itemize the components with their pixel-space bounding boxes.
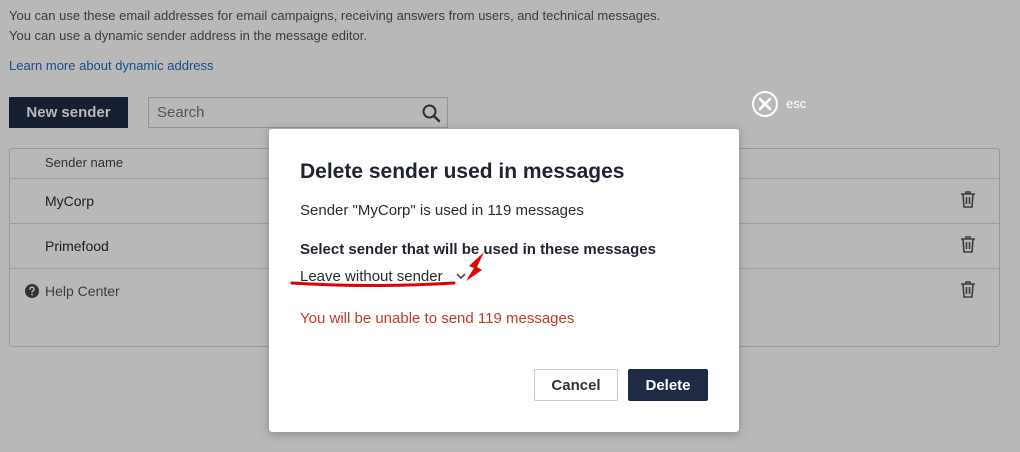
- chevron-down-icon: [455, 273, 466, 280]
- delete-button[interactable]: Delete: [628, 369, 708, 401]
- replacement-sender-dropdown[interactable]: Leave without sender: [300, 265, 467, 287]
- close-circle-icon[interactable]: [751, 90, 779, 118]
- select-sender-label: Select sender that will be used in these…: [300, 241, 656, 258]
- dialog-title: Delete sender used in messages: [300, 160, 625, 183]
- delete-sender-dialog: Delete sender used in messages Sender "M…: [269, 129, 739, 432]
- cancel-button[interactable]: Cancel: [534, 369, 618, 401]
- esc-label: esc: [786, 96, 807, 111]
- warning-message: You will be unable to send 119 messages: [300, 310, 575, 327]
- dialog-info-text: Sender "MyCorp" is used in 119 messages: [300, 202, 584, 219]
- dropdown-selected-value: Leave without sender: [300, 267, 443, 285]
